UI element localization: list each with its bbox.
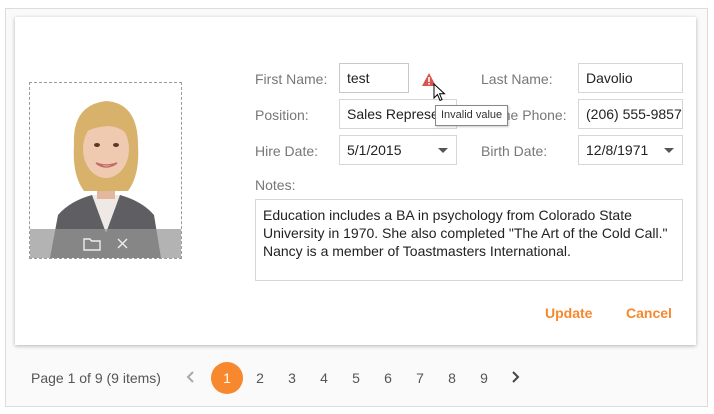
- first-name-field[interactable]: test: [339, 63, 409, 93]
- chevron-down-icon[interactable]: [438, 148, 448, 153]
- notes-line: Nancy is a member of Toastmasters Intern…: [263, 243, 571, 259]
- page-button-4[interactable]: 4: [308, 362, 340, 394]
- chevron-left-icon[interactable]: [186, 368, 196, 388]
- birth-date-picker[interactable]: 12/8/1971: [578, 135, 683, 165]
- page-button-1[interactable]: 1: [211, 362, 243, 394]
- home-phone-field[interactable]: (206) 555-9857: [578, 99, 683, 129]
- page-button-7[interactable]: 7: [404, 362, 436, 394]
- pager-info: Page 1 of 9 (9 items): [31, 370, 161, 386]
- photo-uploader[interactable]: [29, 82, 182, 259]
- update-button[interactable]: Update: [545, 305, 592, 321]
- last-name-label: Last Name:: [481, 71, 553, 87]
- hire-date-value: 5/1/2015: [347, 142, 402, 158]
- notes-line: Education includes a BA in psychology fr…: [263, 207, 632, 223]
- notes-line: University in 1970. She also completed "…: [263, 225, 668, 241]
- birth-date-value: 12/8/1971: [586, 142, 649, 158]
- page-button-8[interactable]: 8: [436, 362, 468, 394]
- chevron-right-icon[interactable]: [510, 368, 520, 388]
- mouse-cursor-icon: [433, 82, 446, 107]
- cancel-button[interactable]: Cancel: [626, 305, 672, 321]
- birth-date-label: Birth Date:: [481, 143, 548, 159]
- notes-textarea[interactable]: Education includes a BA in psychology fr…: [255, 199, 683, 281]
- close-icon[interactable]: [117, 238, 128, 249]
- position-label: Position:: [255, 107, 309, 123]
- page-button-9[interactable]: 9: [468, 362, 500, 394]
- page-button-5[interactable]: 5: [340, 362, 372, 394]
- page-button-6[interactable]: 6: [372, 362, 404, 394]
- photo-toolbar: [30, 229, 181, 258]
- hire-date-picker[interactable]: 5/1/2015: [339, 135, 457, 165]
- chevron-down-icon[interactable]: [664, 148, 674, 153]
- hire-date-label: Hire Date:: [255, 143, 319, 159]
- page-button-2[interactable]: 2: [244, 362, 276, 394]
- notes-label: Notes:: [255, 177, 296, 193]
- validation-tooltip: Invalid value: [435, 105, 509, 126]
- last-name-field[interactable]: Davolio: [578, 63, 683, 93]
- edit-form-popup: First Name: test Last Name: Davolio Posi…: [15, 17, 696, 345]
- folder-icon[interactable]: [83, 237, 101, 251]
- page-button-3[interactable]: 3: [276, 362, 308, 394]
- first-name-label: First Name:: [255, 71, 328, 87]
